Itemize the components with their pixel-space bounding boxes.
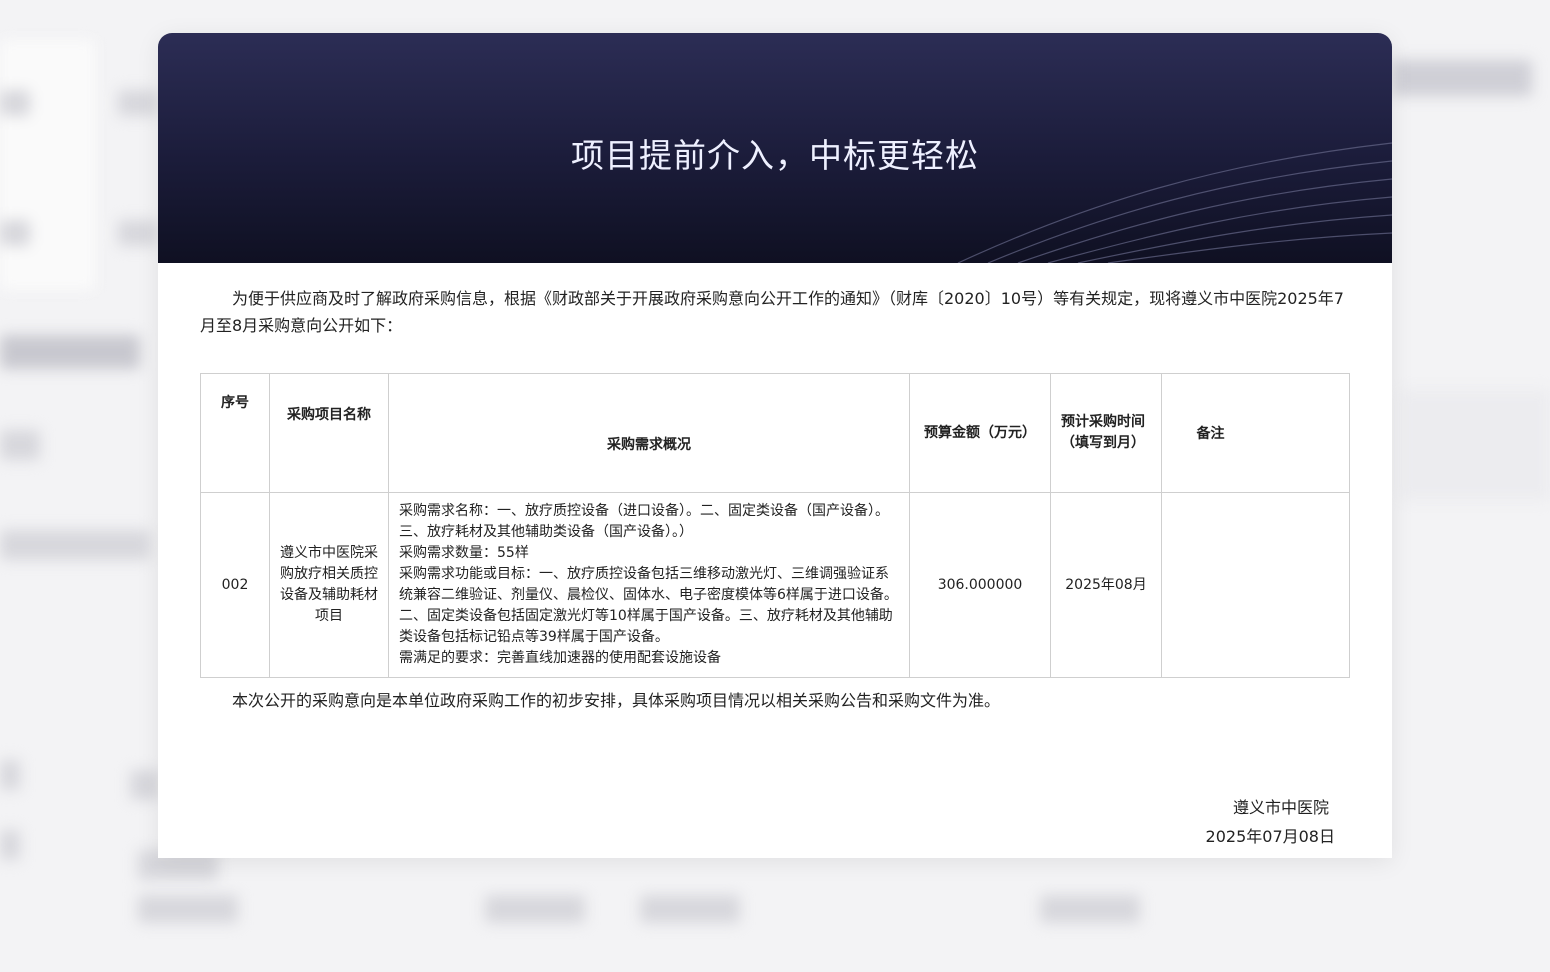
row-remark [1161, 492, 1350, 678]
header-no: 序号 [200, 373, 270, 493]
row-budget: 306.000000 [909, 492, 1051, 678]
header-desc: 采购需求概况 [388, 373, 910, 493]
banner-title: 项目提前介入，中标更轻松 [571, 136, 979, 175]
desc-qty: 采购需求数量：55样 [399, 545, 529, 561]
desc-req: 需满足的要求：完善直线加速器的使用配套设施设备 [399, 650, 721, 666]
header-budget: 预算金额（万元） [909, 373, 1051, 493]
promo-banner: 项目提前介入，中标更轻松 [158, 33, 1392, 263]
signature-org: 遵义市中医院 [1232, 798, 1329, 817]
table-header-row: 序号 采购项目名称 采购需求概况 预算金额（万元） 预计采购时间（填写到月） 备… [200, 373, 1350, 493]
signature-block: 遵义市中医院 2025年07月08日 [1206, 793, 1335, 851]
desc-goal: 采购需求功能或目标：一、放疗质控设备包括三维移动激光灯、三维调强验证系统兼容二维… [399, 566, 898, 645]
header-name: 采购项目名称 [269, 373, 389, 493]
procurement-notice-modal: 项目提前介入，中标更轻松 为便于供应商及时了解政府采购信息，根据《财政部关于开展… [158, 33, 1392, 858]
desc-name: 采购需求名称：一、放疗质控设备（进口设备）。二、固定类设备（国产设备）。三、放疗… [399, 503, 889, 540]
row-name: 遵义市中医院采购放疗相关质控设备及辅助耗材项目 [269, 492, 389, 678]
row-no: 002 [200, 492, 270, 678]
header-time: 预计采购时间（填写到月） [1050, 373, 1162, 493]
header-remark: 备注 [1161, 373, 1350, 493]
row-desc: 采购需求名称：一、放疗质控设备（进口设备）。二、固定类设备（国产设备）。三、放疗… [388, 492, 910, 678]
intro-paragraph: 为便于供应商及时了解政府采购信息，根据《财政部关于开展政府采购意向公开工作的通知… [200, 289, 1344, 335]
table-row: 002 遵义市中医院采购放疗相关质控设备及辅助耗材项目 采购需求名称：一、放疗质… [200, 492, 1350, 678]
procurement-table: 序号 采购项目名称 采购需求概况 预算金额（万元） 预计采购时间（填写到月） 备… [200, 373, 1350, 678]
notice-content: 为便于供应商及时了解政府采购信息，根据《财政部关于开展政府采购意向公开工作的通知… [158, 263, 1392, 714]
signature-date: 2025年07月08日 [1205, 827, 1335, 846]
row-time: 2025年08月 [1050, 492, 1162, 678]
disclaimer-note: 本次公开的采购意向是本单位政府采购工作的初步安排，具体采购项目情况以相关采购公告… [232, 691, 1001, 710]
